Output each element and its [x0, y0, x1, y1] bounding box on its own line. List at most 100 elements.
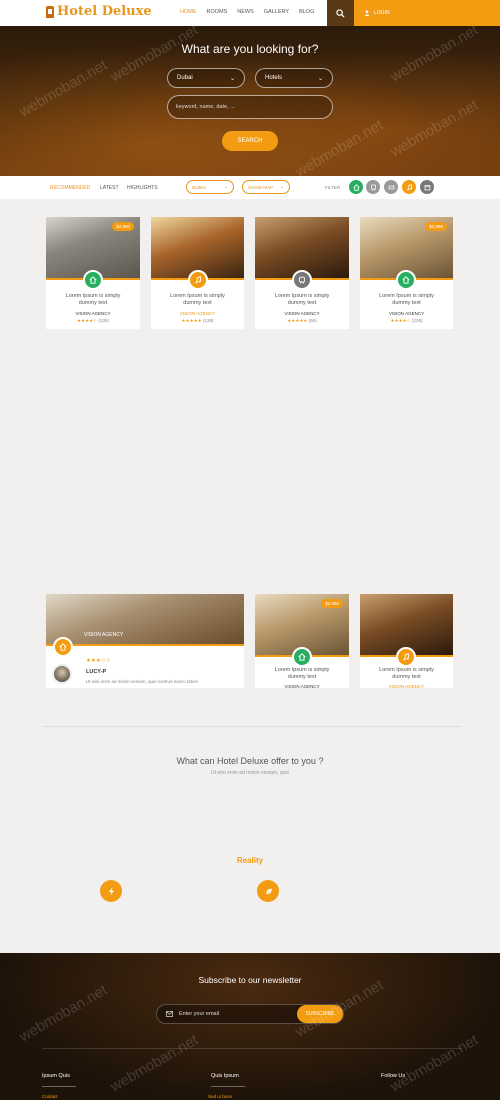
footer-col2-link[interactable]: Sed ut facer — [208, 1094, 232, 1099]
listing-description: Lorem Ipsum is simply dummy text — [274, 293, 330, 306]
nav-gallery[interactable]: GALLERY — [264, 9, 289, 15]
chevron-down-icon: ⌄ — [224, 184, 228, 189]
lightning-icon — [108, 886, 114, 896]
nav-news[interactable]: NEWS — [237, 9, 254, 15]
login-label: LOGIN — [374, 10, 390, 16]
listing-agency: VISION AGENCY — [388, 684, 425, 689]
nav-blog[interactable]: BLOG — [299, 9, 314, 15]
calendar-icon — [424, 184, 430, 190]
filter-calendar-button[interactable] — [420, 180, 434, 194]
mail-icon — [166, 1011, 173, 1017]
offer-subtitle: Ut wisi enim ad minim veniam, quis — [210, 770, 290, 776]
filter-bus-button[interactable] — [366, 180, 380, 194]
tab-recommended[interactable]: RECOMMENDED — [50, 185, 90, 191]
bus-icon — [370, 184, 376, 191]
rating-count: (138) — [202, 318, 214, 323]
tab-highlights[interactable]: HIGHLIGHTS — [127, 185, 158, 191]
listing-description: Lorem Ipsum is simply dummy text — [170, 293, 225, 306]
newsletter-title: Subscribe to our newsletter — [198, 975, 302, 985]
listing-agency: VISION AGENCY — [75, 311, 111, 316]
listing-card[interactable]: Lorem Ipsum is simply dummy text VISION … — [255, 217, 349, 329]
location-select[interactable]: Dubai ⌄ — [167, 68, 245, 88]
category-badge — [396, 270, 416, 290]
reviewer-avatar — [52, 664, 72, 684]
footer-col2-title: Quis Ipsum — [211, 1073, 239, 1079]
home-icon — [402, 276, 410, 284]
featured-listing-card[interactable]: VISION AGENCY ★★★☆☆ LUCY-P Ut wisi enim … — [46, 594, 244, 688]
listing-card[interactable]: Lorem Ipsum is simply dummy text VISION … — [360, 594, 453, 689]
hotel-icon — [46, 5, 54, 18]
featured-rating: ★★★☆☆ — [86, 658, 111, 664]
section-divider — [42, 726, 462, 727]
map-value: SHOW MAP — [248, 184, 274, 190]
price-tag: $2,960 — [112, 222, 134, 231]
chevron-down-icon: ⌄ — [229, 75, 235, 82]
featured-agency: VISION AGENCY — [84, 632, 124, 638]
header-search-button[interactable] — [327, 0, 354, 26]
chevron-down-icon: ⌄ — [317, 75, 323, 82]
chevron-down-icon: ⌄ — [280, 184, 284, 189]
listing-card[interactable]: Lorem Ipsum is simply dummy text VISION … — [151, 217, 244, 329]
brand-logo[interactable]: Hotel Deluxe — [46, 4, 152, 19]
category-badge — [188, 270, 208, 290]
filter-music-button[interactable] — [402, 180, 416, 194]
price-tag: $2,960 — [425, 222, 447, 231]
login-button[interactable]: LOGIN — [354, 0, 500, 26]
type-select[interactable]: Hotels ⌄ — [255, 68, 333, 88]
hero-section: What are you looking for? Dubai ⌄ Hotels… — [0, 26, 500, 176]
show-map-select[interactable]: SHOW MAP ⌄ — [242, 180, 290, 194]
reviewer-name: LUCY-P — [86, 669, 107, 675]
category-badge — [292, 647, 312, 667]
listing-description: Lorem Ipsum is simply dummy text — [379, 667, 434, 680]
listing-agency: VISION AGENCY — [284, 684, 320, 689]
listing-card[interactable]: $2,960 Lorem Ipsum is simply dummy text … — [46, 217, 140, 329]
rating-stars: ★★★★☆ — [390, 318, 411, 323]
city-select[interactable]: DUBAI ⌄ — [186, 180, 234, 194]
brand-name: Hotel Deluxe — [57, 4, 152, 19]
filter-home-button[interactable] — [349, 180, 363, 194]
category-badge — [53, 637, 73, 657]
keyword-search-input[interactable]: keyword, name, date, ... — [167, 95, 333, 119]
search-icon — [336, 8, 345, 18]
listing-rating: ★★★★☆ (238) — [360, 318, 453, 324]
main-nav: HOME ROOMS NEWS GALLERY BLOG — [180, 9, 314, 15]
hero-search-button[interactable]: SEARCH — [222, 131, 278, 151]
rating-count: (238) — [98, 318, 109, 323]
tab-latest[interactable]: LATEST — [100, 185, 119, 191]
newsletter-email-input[interactable]: Enter your email — [179, 1011, 219, 1017]
newsletter-form: Enter your email SUBSCRIBE — [156, 1004, 344, 1024]
subscribe-button[interactable]: SUBSCRIBE — [297, 1005, 343, 1023]
bus-icon — [299, 276, 305, 284]
home-icon — [89, 276, 97, 284]
listing-agency: VISION AGENCY — [179, 311, 216, 316]
footer-col2-underline — [211, 1086, 245, 1087]
filter-tag-button[interactable] — [384, 180, 398, 194]
listing-description: Lorem Ipsum is simply dummy text — [379, 293, 434, 306]
leaf-icon — [265, 887, 272, 895]
filter-bar: RECOMMENDED LATEST HIGHLIGHTS DUBAI ⌄ SH… — [0, 176, 500, 199]
rating-stars: ★★★★☆ — [77, 318, 98, 323]
listing-card[interactable]: $2,960 Lorem Ipsum is simply dummy text … — [255, 594, 349, 689]
listing-card[interactable]: $2,960 Lorem Ipsum is simply dummy text … — [360, 217, 453, 329]
top-navbar: Hotel Deluxe HOME ROOMS NEWS GALLERY BLO… — [0, 0, 500, 26]
footer-col1-link[interactable]: Contact — [42, 1094, 58, 1099]
home-icon — [59, 643, 67, 651]
nav-rooms[interactable]: ROOMS — [207, 9, 228, 15]
footer: Subscribe to our newsletter Enter your e… — [0, 953, 500, 1100]
listing-agency: VISION AGENCY — [284, 311, 320, 316]
footer-divider — [42, 1048, 462, 1049]
listing-rating: ★★★★☆ (238) — [46, 318, 140, 324]
listing-agency: VISION AGENCY — [388, 311, 425, 316]
category-badge — [292, 270, 312, 290]
filter-label: FILTER — [325, 185, 341, 190]
category-badge — [83, 270, 103, 290]
music-icon — [195, 276, 201, 284]
reality-heading: Reality — [236, 856, 264, 865]
listing-description: Lorem Ipsum is simply dummy text — [274, 667, 330, 680]
city-value: DUBAI — [192, 184, 206, 190]
rating-count: (58) — [308, 318, 317, 323]
footer-col3-title: Follow Us — [381, 1073, 406, 1079]
rating-stars: ★★★★★ — [287, 318, 308, 323]
nav-home[interactable]: HOME — [180, 9, 197, 15]
music-icon — [406, 183, 412, 190]
